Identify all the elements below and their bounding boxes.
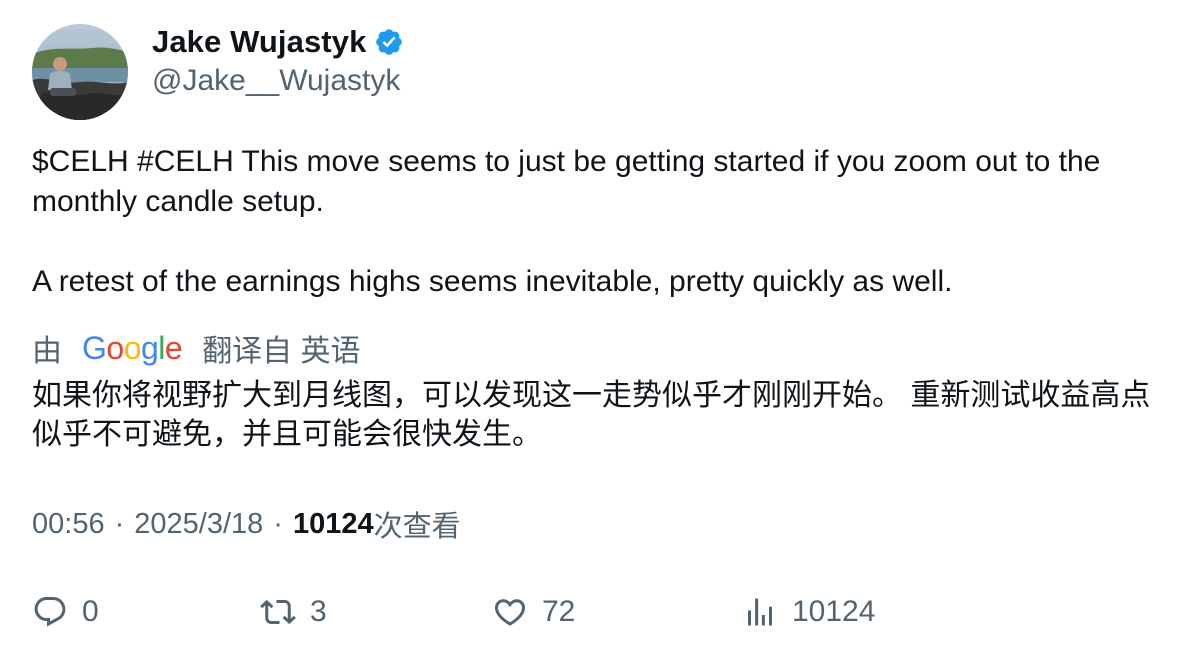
google-logo-letter: G <box>82 329 107 366</box>
avatar[interactable] <box>32 24 128 120</box>
meta-separator: · <box>273 507 283 540</box>
verified-badge-icon[interactable] <box>374 27 404 57</box>
reply-button[interactable]: 0 <box>32 588 99 636</box>
tweet-meta: 00:56 · 2025/3/18 · 10124 次查看 <box>32 504 461 544</box>
like-button[interactable]: 72 <box>492 588 575 636</box>
meta-separator: · <box>114 507 125 540</box>
reply-bubble-icon <box>34 597 66 627</box>
action-bar: 0 3 72 10124 <box>32 588 1172 636</box>
author-name-row: Jake Wujastyk <box>152 22 404 62</box>
google-logo-letter: e <box>164 329 183 366</box>
tweet-date[interactable]: 2025/3/18 <box>134 508 263 541</box>
reply-count: 0 <box>82 595 99 628</box>
retweet-arrows-icon <box>260 599 296 625</box>
retweet-button[interactable]: 3 <box>260 588 327 636</box>
retweet-count: 3 <box>310 595 327 628</box>
views-label: 次查看 <box>373 511 461 543</box>
handle[interactable]: @Jake__Wujastyk <box>152 64 400 98</box>
google-logo-letter: o <box>123 329 142 366</box>
translated-text: 如果你将视野扩大到月线图，可以发现这一走势似乎才刚刚开始。 重新测试收益高点似乎… <box>32 379 1151 451</box>
google-logo-letter: l <box>158 329 165 366</box>
like-count: 72 <box>542 595 576 628</box>
analytics-bars-icon <box>748 598 772 626</box>
tweet-time[interactable]: 00:56 <box>32 508 105 541</box>
display-name[interactable]: Jake Wujastyk <box>152 24 366 60</box>
translated-by-label: 由 <box>32 335 62 368</box>
views-action-count: 10124 <box>792 595 876 628</box>
avatar-photo <box>32 24 128 120</box>
heart-icon <box>494 599 526 626</box>
tweet-card: Jake Wujastyk @Jake__Wujastyk $CELH #CEL… <box>0 0 1196 658</box>
google-logo-letter: o <box>106 329 124 366</box>
translation-attribution[interactable]: 由 Google 翻译自 英语 <box>32 326 361 370</box>
views-button[interactable]: 10124 <box>742 588 875 636</box>
tweet-text: $CELH #CELH This move seems to just be g… <box>32 145 1101 298</box>
google-logo-icon: Google <box>82 329 183 367</box>
translated-from-label: 翻译自 英语 <box>202 335 361 368</box>
google-logo-letter: g <box>140 329 159 366</box>
views-count: 10124 <box>292 507 374 540</box>
